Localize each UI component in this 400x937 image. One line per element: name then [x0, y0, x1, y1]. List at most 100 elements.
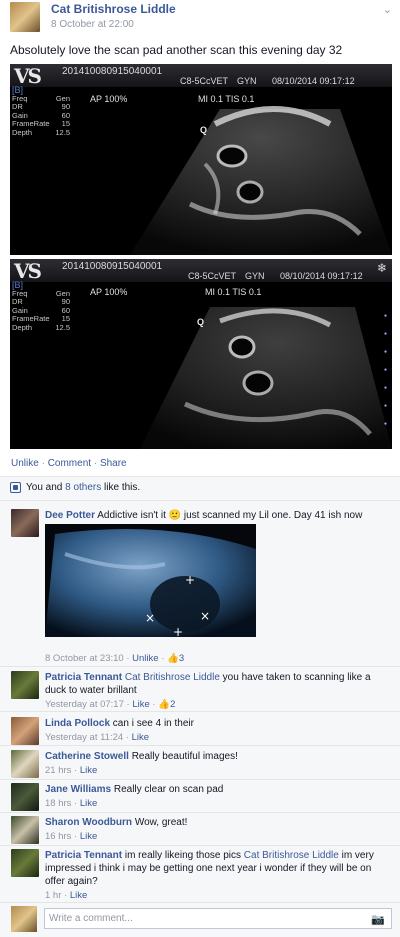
share-link[interactable]: Share — [100, 458, 127, 469]
comment-placeholder: Write a comment... — [49, 913, 133, 924]
comment-text: can i see 4 in their — [112, 718, 194, 729]
scan-q-marker: Q — [200, 125, 208, 135]
comment-like-button[interactable]: Unlike — [132, 653, 158, 664]
comment-time[interactable]: 8 October at 23:10 — [45, 653, 124, 664]
commenter-name[interactable]: Sharon Woodburn — [45, 817, 132, 828]
comment-time[interactable]: 18 hrs — [45, 798, 71, 809]
comment-body: Patricia Tennant Cat Britishrose Liddle … — [45, 671, 390, 711]
comment-ultrasound-image[interactable]: + × × + — [45, 524, 256, 637]
svg-text:+: + — [185, 573, 195, 587]
scan-probe: C8-5CcVET — [188, 271, 237, 281]
svg-text:×: × — [145, 611, 155, 625]
comment-body: Dee Potter Addictive isn't it 🙂 just sca… — [45, 509, 390, 522]
post-author-link[interactable]: Cat Britishrose Liddle — [51, 2, 176, 16]
scan-id: 201410080915040001 — [62, 261, 163, 272]
comment-like-button[interactable]: Like — [80, 798, 97, 809]
comment: Dee Potter Addictive isn't it 🙂 just sca… — [0, 509, 400, 669]
scan-params: [B] Freq Gen DR 90 Gain 60 FrameRate 15 Dept… — [12, 86, 70, 137]
comment-meta: Yesterday at 11:24 · Like — [45, 732, 150, 743]
commenter-avatar[interactable] — [11, 783, 39, 811]
thumbs-up-icon[interactable]: 👍 — [158, 699, 170, 710]
divider — [0, 500, 400, 501]
commenter-name[interactable]: Patricia Tennant — [45, 672, 122, 683]
commenter-name[interactable]: Catherine Stowell — [45, 751, 129, 762]
comment-text: Addictive isn't it 🙂 just scanned my Lil… — [97, 510, 363, 521]
ultrasound-image-1[interactable]: VS 201410080915040001 C8-5CcVET GYN 08/1… — [10, 64, 392, 255]
commenter-avatar[interactable] — [11, 816, 39, 844]
scan-mi: MI 0.1 TIS 0.1 — [205, 287, 262, 297]
scan-probe: C8-5CcVET — [180, 76, 229, 86]
ultrasound-image-2[interactable]: VS 201410080915040001 C8-5CcVET GYN 08/1… — [10, 259, 392, 449]
commenter-avatar[interactable] — [11, 509, 39, 537]
comment-body: Catherine Stowell Really beautiful image… — [45, 750, 390, 777]
comment-meta: Yesterday at 07:17 · Like · 👍2 — [45, 699, 176, 710]
my-avatar — [11, 906, 37, 932]
likes-suffix: like this. — [101, 482, 141, 493]
commenter-name[interactable]: Dee Potter — [45, 510, 95, 521]
comment-like-button[interactable]: Like — [132, 699, 149, 710]
likes-others-link[interactable]: 8 others — [65, 482, 101, 493]
comment-like-button[interactable]: Like — [80, 831, 97, 842]
commenter-name[interactable]: Patricia Tennant — [45, 850, 122, 861]
comment: Sharon Woodburn Wow, great! 16 hrs · Lik… — [0, 816, 400, 844]
comment-input[interactable]: Write a comment... 📷 — [44, 908, 392, 929]
thumbs-up-icon[interactable]: 👍 — [167, 653, 179, 664]
comment-like-count[interactable]: 2 — [170, 699, 175, 710]
separator: · — [38, 458, 48, 469]
likes-prefix: You and — [26, 482, 66, 493]
comment-meta: 1 hr · Like — [45, 890, 88, 901]
comment-like-button[interactable]: Like — [70, 890, 87, 901]
comment: Patricia Tennant Cat Britishrose Liddle … — [0, 671, 400, 711]
divider — [0, 902, 400, 903]
mention-link[interactable]: Cat Britishrose Liddle — [244, 850, 339, 861]
author-avatar[interactable] — [10, 2, 40, 32]
divider — [0, 845, 400, 846]
param-label: Depth — [12, 127, 33, 137]
comment-time[interactable]: 16 hrs — [45, 831, 71, 842]
comment-time[interactable]: Yesterday at 07:17 — [45, 699, 124, 710]
comment-body: Linda Pollock can i see 4 in their Yeste… — [45, 717, 390, 744]
scan-preset: GYN — [237, 76, 257, 86]
svg-text:×: × — [200, 609, 210, 623]
mention-link[interactable]: Cat Britishrose Liddle — [125, 672, 220, 683]
divider — [0, 779, 400, 780]
svg-text:+: + — [173, 625, 183, 637]
param-label: Depth — [12, 322, 33, 332]
separator: · — [91, 458, 100, 469]
scan-ap: AP 100% — [90, 94, 128, 104]
chevron-down-icon[interactable]: ⌄ — [383, 3, 392, 16]
depth-scale: ● ● ● ● ● ● ● — [383, 313, 387, 427]
comment-like-button[interactable]: Like — [80, 765, 97, 776]
thumbs-up-icon — [10, 482, 21, 493]
post-text: Absolutely love the scan pad another sca… — [10, 43, 343, 57]
comment-like-count[interactable]: 3 — [179, 653, 184, 664]
comment-text-before: im really likeing those pics — [124, 850, 244, 861]
commenter-avatar[interactable] — [11, 671, 39, 699]
divider — [0, 711, 400, 712]
comment-meta: 18 hrs · Like — [45, 798, 98, 809]
comment-like-button[interactable]: Like — [132, 732, 149, 743]
unlike-link[interactable]: Unlike — [11, 458, 39, 469]
comment: Jane Williams Really clear on scan pad 1… — [0, 783, 400, 811]
divider — [0, 812, 400, 813]
divider — [0, 666, 400, 667]
commenter-avatar[interactable] — [11, 750, 39, 778]
snowflake-icon[interactable]: ❄ — [377, 261, 387, 275]
commenter-name[interactable]: Jane Williams — [45, 784, 111, 795]
commenter-avatar[interactable] — [11, 717, 39, 745]
scan-preset: GYN — [245, 271, 265, 281]
comment-body: Sharon Woodburn Wow, great! 16 hrs · Lik… — [45, 816, 390, 843]
divider — [0, 745, 400, 746]
post-timestamp[interactable]: 8 October at 22:00 — [51, 19, 134, 30]
scan-ap: AP 100% — [90, 287, 128, 297]
commenter-avatar[interactable] — [11, 849, 39, 877]
comment-meta: 16 hrs · Like — [45, 831, 98, 842]
comment-time[interactable]: 1 hr — [45, 890, 61, 901]
comment-time[interactable]: Yesterday at 11:24 — [45, 732, 123, 743]
camera-icon[interactable]: 📷 — [371, 913, 385, 926]
comment-time[interactable]: 21 hrs — [45, 765, 71, 776]
comment-text: Really beautiful images! — [131, 751, 238, 762]
comment-link[interactable]: Comment — [48, 458, 91, 469]
commenter-name[interactable]: Linda Pollock — [45, 718, 110, 729]
post-header: Cat Britishrose Liddle 8 October at 22:0… — [0, 0, 400, 38]
